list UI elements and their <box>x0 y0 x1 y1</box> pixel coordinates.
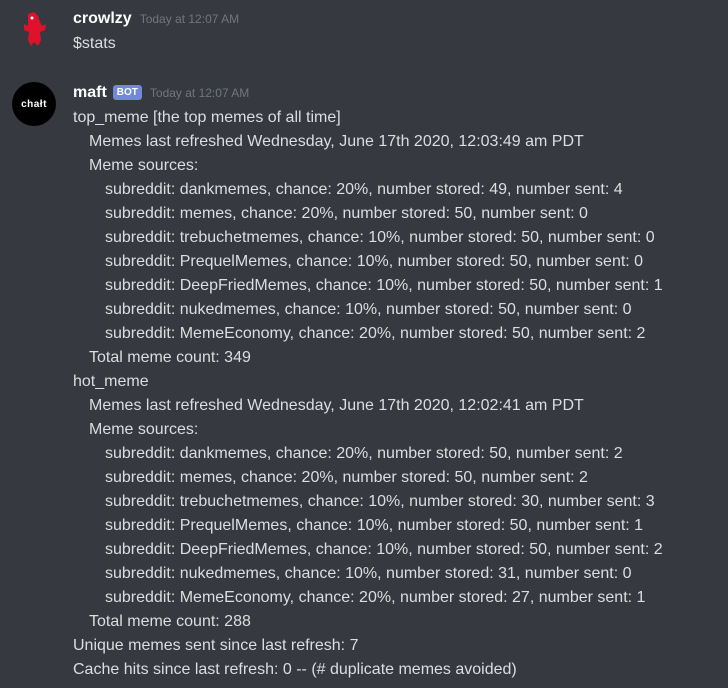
red-creature-avatar-icon <box>12 6 56 50</box>
username[interactable]: maft <box>73 84 107 102</box>
message-maft: chałt maft BOT Today at 12:07 AM top_mem… <box>0 82 728 682</box>
message-line: subreddit: MemeEconomy, chance: 20%, num… <box>105 589 646 606</box>
timestamp: Today at 12:07 AM <box>149 86 250 100</box>
message-line: Memes last refreshed Wednesday, June 17t… <box>89 133 584 150</box>
timestamp: Today at 12:07 AM <box>139 12 240 26</box>
message-content: $stats <box>73 35 116 52</box>
message-line: subreddit: PrequelMemes, chance: 10%, nu… <box>105 517 644 534</box>
message-line: Memes last refreshed Wednesday, June 17t… <box>89 397 584 414</box>
message-line: hot_meme <box>73 373 149 390</box>
message-line: Total meme count: 349 <box>89 349 251 366</box>
message-line: Cache hits since last refresh: 0 -- (# d… <box>73 661 517 678</box>
message-line: subreddit: dankmemes, chance: 20%, numbe… <box>105 181 623 198</box>
username[interactable]: crowlzy <box>73 10 132 28</box>
message-line: subreddit: dankmemes, chance: 20%, numbe… <box>105 445 623 462</box>
user-avatar-crowlzy[interactable] <box>12 6 56 50</box>
message-line: subreddit: trebuchetmemes, chance: 10%, … <box>105 493 655 510</box>
message-content: top_meme [the top memes of all time] Meme… <box>73 106 728 682</box>
bot-badge: BOT <box>112 85 142 100</box>
message-line: Unique memes sent since last refresh: 7 <box>73 637 359 654</box>
message-line: Meme sources: <box>89 421 199 438</box>
message-line: subreddit: nukedmemes, chance: 10%, numb… <box>105 301 632 318</box>
message-line: subreddit: nukedmemes, chance: 10%, numb… <box>105 565 632 582</box>
message-line: subreddit: PrequelMemes, chance: 10%, nu… <box>105 253 644 270</box>
message-crowlzy: crowlzy Today at 12:07 AM $stats <box>0 6 728 56</box>
avatar-text: chałt <box>21 98 47 110</box>
message-line: Total meme count: 288 <box>89 613 251 630</box>
message-line: Meme sources: <box>89 157 199 174</box>
message-line: subreddit: memes, chance: 20%, number st… <box>105 205 588 222</box>
message-line: subreddit: memes, chance: 20%, number st… <box>105 469 588 486</box>
message-line: subreddit: DeepFriedMemes, chance: 10%, … <box>105 541 663 558</box>
message-line: subreddit: MemeEconomy, chance: 20%, num… <box>105 325 646 342</box>
user-avatar-maft[interactable]: chałt <box>12 82 56 126</box>
message-line: subreddit: trebuchetmemes, chance: 10%, … <box>105 229 655 246</box>
message-line: subreddit: DeepFriedMemes, chance: 10%, … <box>105 277 663 294</box>
message-line: top_meme [the top memes of all time] <box>73 109 341 126</box>
